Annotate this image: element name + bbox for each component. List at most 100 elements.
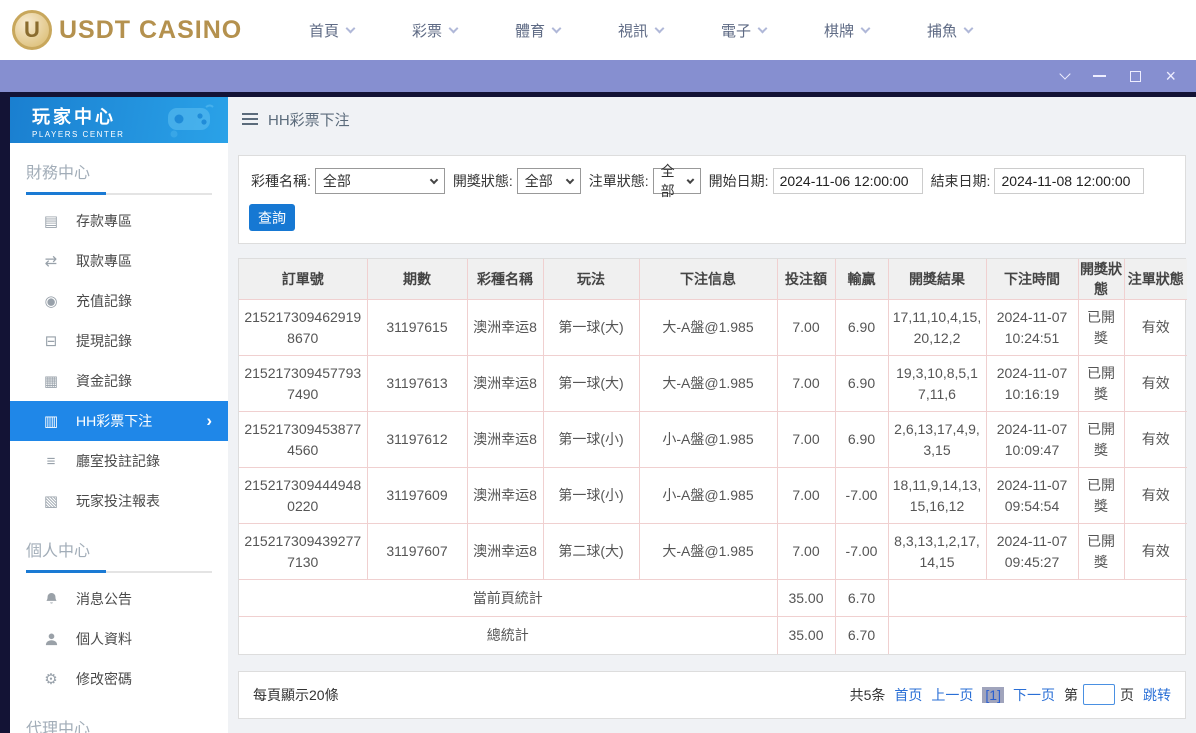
sidebar-section-title: 代理中心: [26, 721, 91, 733]
table-cell: 2152173094449480220: [239, 467, 368, 524]
nav-item[interactable]: 彩票: [383, 20, 486, 41]
sidebar-item[interactable]: ▧ 玩家投注報表: [10, 481, 228, 521]
table-body: 2152173094629198670 31197615 澳洲幸运8 第一球(大) 大-…: [239, 299, 1187, 580]
table-cell: 7.00: [777, 523, 836, 580]
draw-status-select[interactable]: 全部: [516, 168, 581, 194]
table-cell: 第一球(大): [543, 299, 640, 356]
sidebar-item[interactable]: ≡ 廳室投註記錄: [10, 441, 228, 481]
window-close-button[interactable]: ×: [1165, 67, 1176, 85]
sidebar-item-label: 取款專區: [76, 253, 132, 269]
summary-empty: [888, 617, 1187, 654]
table-cell: 2024-11-07 09:54:54: [986, 467, 1079, 524]
first-page-link[interactable]: 首页: [894, 685, 922, 705]
section-underline: [26, 570, 212, 573]
pager: 共5条 首页 上一页 [1] 下一页 第 页 跳转: [850, 684, 1171, 705]
nav-item[interactable]: 視訊: [589, 20, 692, 41]
start-date-input[interactable]: [772, 168, 923, 194]
lottery-type-value: 全部: [322, 173, 351, 189]
page-size-text: 每頁顯示20條: [253, 686, 339, 703]
sidebar-item-label: HH彩票下注: [76, 413, 153, 429]
table-cell: 澳洲幸运8: [467, 355, 544, 412]
table-cell: 小-A盤@1.985: [639, 467, 778, 524]
nav-item-label: 視訊: [617, 22, 648, 40]
table-cell: 澳洲幸运8: [467, 467, 544, 524]
chevron-down-icon: [686, 175, 695, 184]
menu-icon[interactable]: [242, 113, 258, 125]
window-maximize-button[interactable]: [1130, 70, 1142, 82]
withdraw-transfer-icon: ⇄: [44, 253, 58, 270]
chevron-down-icon: [654, 23, 665, 33]
table-cell: 2152173094629198670: [239, 299, 368, 356]
nav-item[interactable]: 捕魚: [898, 20, 1001, 41]
table-cell: 7.00: [777, 411, 836, 468]
column-header: 玩法: [543, 259, 640, 300]
table-cell: 6.90: [835, 299, 889, 356]
lottery-type-select[interactable]: 全部: [314, 168, 445, 194]
nav-item[interactable]: 棋牌: [795, 20, 898, 41]
window-dropdown-icon[interactable]: [1059, 68, 1072, 80]
table-cell: 31197613: [367, 355, 468, 412]
sidebar-item-label: 個人資料: [76, 631, 132, 647]
sidebar-item[interactable]: ⚙ 修改密碼: [10, 659, 228, 699]
summary-winloss-total: 6.70: [835, 616, 889, 654]
sidebar-item-label: 存款專區: [76, 213, 132, 229]
table-cell: 2152173094538774560: [239, 411, 368, 468]
main-nav: 首頁 彩票 體育 視訊 電子 棋牌 捕魚: [280, 20, 1001, 41]
column-header: 輸贏: [835, 259, 889, 300]
sidebar-item[interactable]: ▥ HH彩票下注 ›: [10, 401, 228, 441]
table-cell: 有效: [1124, 467, 1187, 524]
sidebar-item[interactable]: 消息公告: [10, 579, 228, 619]
prev-page-link[interactable]: 上一页: [931, 685, 973, 705]
table-cell: 已開獎: [1078, 299, 1125, 356]
table-cell: 大-A盤@1.985: [639, 523, 778, 580]
table-cell: 小-A盤@1.985: [639, 411, 778, 468]
chevron-down-icon: [551, 23, 562, 33]
table-cell: 2024-11-07 10:24:51: [986, 299, 1079, 356]
sidebar-item-label: 充值記錄: [76, 293, 132, 309]
table-cell: 7.00: [777, 299, 836, 356]
table-cell: 31197612: [367, 411, 468, 468]
column-header: 投注額: [777, 259, 836, 300]
sidebar-item[interactable]: ⊟ 提現記錄: [10, 321, 228, 361]
table-cell: 2024-11-07 10:09:47: [986, 411, 1079, 468]
sidebar-item[interactable]: ⇄ 取款專區: [10, 241, 228, 281]
section-underline: [26, 192, 212, 195]
table-cell: 澳洲幸运8: [467, 411, 544, 468]
table-cell: 有效: [1124, 523, 1187, 580]
summary-row-grand-total: 總統計 35.00 6.70: [239, 616, 1187, 654]
bets-table-card: 訂單號 期數 彩種名稱 玩法 下注信息 投注額 輸贏 開獎結果 下注時間 開獎狀態 注單狀態 215…: [238, 258, 1187, 655]
summary-label: 當前頁統計: [239, 579, 778, 617]
table-cell: 第一球(小): [543, 411, 640, 468]
chevron-down-icon: [860, 23, 871, 33]
next-page-link[interactable]: 下一页: [1013, 685, 1055, 705]
brand-logo[interactable]: U USDT CASINO: [0, 10, 250, 50]
sidebar-item[interactable]: ◉ 充值記錄: [10, 281, 228, 321]
start-date-label: 開始日期:: [708, 173, 769, 189]
filter-panel: 彩種名稱: 全部 開獎狀態: 全部 注單狀態: 全部 開始日期: 2024-11…: [238, 155, 1186, 244]
order-status-select[interactable]: 全部: [652, 163, 701, 199]
end-date-label: 結束日期:: [930, 173, 991, 189]
table-row: 2152173094577937490 31197613 澳洲幸运8 第一球(大) 大-…: [239, 355, 1187, 412]
page-jump-input[interactable]: [1083, 684, 1115, 705]
nav-item[interactable]: 電子: [692, 20, 795, 41]
summary-label: 總統計: [239, 616, 778, 654]
table-cell: 已開獎: [1078, 523, 1125, 580]
sidebar-section-title: 財務中心: [26, 165, 91, 182]
current-page-indicator: [1]: [982, 686, 1004, 703]
table-cell: 已開獎: [1078, 467, 1125, 524]
table-cell: 2152173094577937490: [239, 355, 368, 412]
table-cell: 澳洲幸运8: [467, 299, 544, 356]
sidebar-item[interactable]: ▦ 資金記錄: [10, 361, 228, 401]
end-date-input[interactable]: [994, 168, 1145, 194]
search-button[interactable]: 查詢: [249, 204, 295, 231]
window-minimize-button[interactable]: [1093, 75, 1107, 77]
sidebar-item[interactable]: 個人資料: [10, 619, 228, 659]
nav-item[interactable]: 體育: [486, 20, 589, 41]
table-cell: 已開獎: [1078, 411, 1125, 468]
nav-item[interactable]: 首頁: [280, 20, 383, 41]
jump-button[interactable]: 跳转: [1143, 685, 1171, 705]
nav-item-label: 彩票: [411, 22, 442, 40]
table-cell: 已開獎: [1078, 355, 1125, 412]
sidebar-header: 玩家中心 PLAYERS CENTER: [10, 97, 228, 143]
sidebar-item[interactable]: ▤ 存款專區: [10, 201, 228, 241]
